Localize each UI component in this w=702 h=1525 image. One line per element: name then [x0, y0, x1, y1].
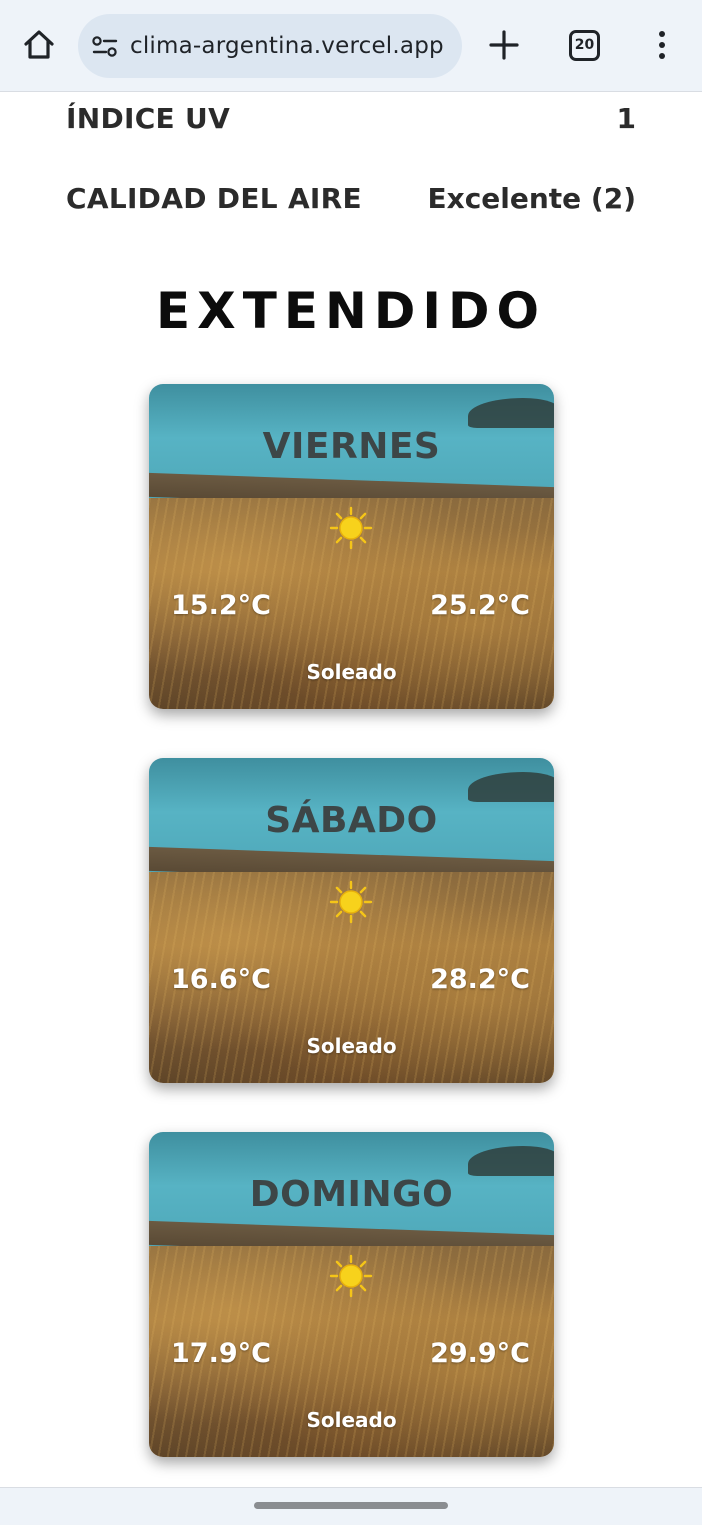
forecast-condition: Soleado — [306, 660, 397, 684]
forecast-condition: Soleado — [306, 1034, 397, 1058]
site-settings-icon[interactable] — [92, 36, 118, 58]
address-bar[interactable]: clima-argentina.vercel.app — [78, 14, 462, 78]
forecast-min-temp: 17.9°C — [171, 1338, 271, 1369]
section-title-extended: EXTENDIDO — [156, 282, 546, 340]
uv-index-value: 1 — [616, 102, 636, 135]
sun-icon — [329, 506, 373, 550]
system-navigation-bar — [0, 1487, 702, 1525]
new-tab-icon[interactable] — [488, 29, 520, 61]
air-quality-value: Excelente (2) — [427, 182, 637, 215]
forecast-card: DOMINGO 17.9°C 29.9°C Soleado — [149, 1132, 554, 1457]
gesture-handle[interactable] — [254, 1502, 448, 1509]
forecast-condition: Soleado — [306, 1408, 397, 1432]
uv-index-label: ÍNDICE UV — [66, 102, 231, 135]
forecast-max-temp: 29.9°C — [430, 1338, 530, 1369]
forecast-min-temp: 15.2°C — [171, 590, 271, 621]
tab-switcher-button[interactable]: 20 — [569, 30, 600, 61]
more-menu-icon[interactable] — [652, 28, 672, 64]
uv-index-row: ÍNDICE UV 1 — [66, 102, 636, 142]
forecast-max-temp: 28.2°C — [430, 964, 530, 995]
browser-toolbar: clima-argentina.vercel.app 20 — [0, 0, 702, 92]
air-quality-row: CALIDAD DEL AIRE Excelente (2) — [66, 182, 636, 222]
forecast-card: VIERNES 15.2°C 25.2°C Soleado — [149, 384, 554, 709]
sun-icon — [329, 1254, 373, 1298]
forecast-min-temp: 16.6°C — [171, 964, 271, 995]
forecast-day: DOMINGO — [249, 1174, 454, 1215]
url-text[interactable]: clima-argentina.vercel.app — [130, 14, 444, 78]
home-icon[interactable] — [20, 26, 58, 64]
forecast-card: SÁBADO 16.6°C 28.2°C Soleado — [149, 758, 554, 1083]
forecast-max-temp: 25.2°C — [430, 590, 530, 621]
forecast-day: VIERNES — [262, 426, 441, 467]
sun-icon — [329, 880, 373, 924]
forecast-day: SÁBADO — [265, 800, 438, 841]
air-quality-label: CALIDAD DEL AIRE — [66, 182, 362, 215]
